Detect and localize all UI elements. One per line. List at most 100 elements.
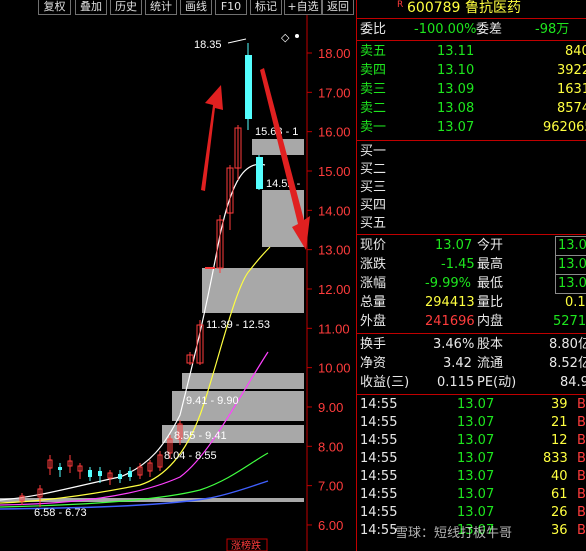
stat-label: 今开 xyxy=(477,238,504,253)
ask-volume: 840 xyxy=(565,44,586,59)
stat-value: -1.45 xyxy=(441,257,475,272)
fund-value: 3.42 xyxy=(443,356,472,371)
ask-label: 卖一 xyxy=(360,120,387,135)
separator xyxy=(357,40,586,41)
stat-value: 241696 xyxy=(425,314,475,329)
fund-label: 换手 xyxy=(360,337,387,352)
weicha-value: -98万 xyxy=(535,22,570,37)
stat-value: 13.07 xyxy=(435,238,473,253)
ask-label: 卖三 xyxy=(360,82,387,97)
fund-label: PE(动) xyxy=(477,375,517,390)
candle xyxy=(118,474,122,479)
tick-direction: B xyxy=(577,397,586,412)
candle xyxy=(58,467,62,470)
fund-value: 8.80亿 xyxy=(549,337,586,352)
ask-volume: 3922 xyxy=(557,63,586,78)
bid-label: 买一 xyxy=(360,144,387,159)
tick-time: 14:55 xyxy=(360,397,398,412)
quote-panel: R 600789 鲁抗医药 委比 -100.00% 委差 -98万 卖五 13.… xyxy=(356,0,586,551)
mark-button[interactable]: 标记 xyxy=(250,0,282,15)
ask-price: 13.11 xyxy=(437,44,475,59)
tick-direction: B xyxy=(577,451,586,466)
separator xyxy=(357,140,586,141)
candle xyxy=(245,55,252,119)
ask-volume: 962065 xyxy=(543,120,586,135)
stat-value: 13.07 xyxy=(555,236,586,256)
ask-label: 卖五 xyxy=(360,44,387,59)
fund-value: 0.115 xyxy=(437,375,475,390)
candle xyxy=(205,267,215,269)
add-watchlist-button[interactable]: +自选 xyxy=(284,0,322,15)
chip-bar xyxy=(182,373,304,389)
price-axis-label: 8.00 xyxy=(318,439,343,454)
weibi-value: -100.00% xyxy=(414,22,477,37)
stat-value: -9.99% xyxy=(425,276,471,291)
fund-value: 3.46% xyxy=(433,337,475,352)
range-label: 11.39 - 12.53 xyxy=(206,319,270,331)
price-axis-label: 11.00 xyxy=(318,321,350,336)
stat-label: 总量 xyxy=(360,295,387,310)
ask-price: 13.08 xyxy=(437,101,475,116)
overlay-button[interactable]: 叠加 xyxy=(75,0,107,15)
tick-volume: 39 xyxy=(551,397,568,412)
range-label: 9.41 - 9.90 xyxy=(186,395,239,407)
stat-label: 涨跌 xyxy=(360,257,387,272)
separator xyxy=(357,18,586,19)
chip-bar xyxy=(202,268,304,313)
tick-time: 14:55 xyxy=(360,415,398,430)
stat-value: 294413 xyxy=(425,295,475,310)
price-axis-label: 14.00 xyxy=(318,203,351,218)
stat-value: 52717 xyxy=(553,314,586,329)
stat-label: 外盘 xyxy=(360,314,387,329)
separator xyxy=(357,333,586,334)
stat-value: 13.07 xyxy=(555,255,586,275)
f10-button[interactable]: F10 xyxy=(215,0,247,15)
price-axis-label: 18.00 xyxy=(318,46,351,61)
ask-price: 13.07 xyxy=(437,120,475,135)
kline-chart[interactable]: 18.00 17.00 16.00 15.00 14.00 13.00 12.00 11.00… xyxy=(0,15,355,551)
price-axis-label: 12.00 xyxy=(318,282,351,297)
bid-label: 买二 xyxy=(360,162,387,177)
candle xyxy=(256,157,263,189)
tick-volume: 36 xyxy=(551,523,568,538)
tick-price: 13.07 xyxy=(457,397,495,412)
back-button[interactable]: 返回 xyxy=(322,0,354,15)
weicha-label: 委差 xyxy=(476,22,503,37)
tick-price: 13.07 xyxy=(457,469,495,484)
bid-label: 买三 xyxy=(360,180,387,195)
peak-connector xyxy=(227,38,247,44)
small-diamond-marker: ◇ xyxy=(281,31,290,44)
candle xyxy=(98,471,102,476)
tick-price: 13.07 xyxy=(457,433,495,448)
fuquan-button[interactable]: 复权 xyxy=(38,0,71,15)
range-label: 8.55 - 9.41 xyxy=(174,430,227,442)
price-axis-label: 7.00 xyxy=(318,479,343,494)
fund-label: 净资 xyxy=(360,356,387,371)
bottom-tag: 涨榜跌 xyxy=(231,539,261,551)
tick-volume: 12 xyxy=(551,433,568,448)
tick-time: 14:55 xyxy=(360,505,398,520)
price-axis-label: 17.00 xyxy=(318,85,351,100)
tick-time: 14:55 xyxy=(360,433,398,448)
tick-direction: B xyxy=(577,523,586,538)
stat-label: 最高 xyxy=(477,257,504,272)
tick-time: 14:55 xyxy=(360,469,398,484)
tick-time: 14:55 xyxy=(360,487,398,502)
price-axis-label: 15.00 xyxy=(318,164,351,179)
stock-name: 鲁抗医药 xyxy=(465,0,521,16)
tick-price: 13.07 xyxy=(457,487,495,502)
ask-label: 卖二 xyxy=(360,101,387,116)
history-button[interactable]: 历史 xyxy=(110,0,142,15)
ask-volume: 8574 xyxy=(557,101,586,116)
bid-label: 买四 xyxy=(360,198,387,213)
r-tag: R xyxy=(397,0,404,10)
candle xyxy=(128,471,132,477)
stats-button[interactable]: 统计 xyxy=(145,0,177,15)
price-axis-label: 16.00 xyxy=(318,125,351,140)
draw-line-button[interactable]: 画线 xyxy=(180,0,212,15)
tick-volume: 26 xyxy=(551,505,568,520)
tick-volume: 61 xyxy=(551,487,568,502)
ask-label: 卖四 xyxy=(360,63,387,78)
stat-label: 现价 xyxy=(360,238,387,253)
stat-label: 内盘 xyxy=(477,314,504,329)
